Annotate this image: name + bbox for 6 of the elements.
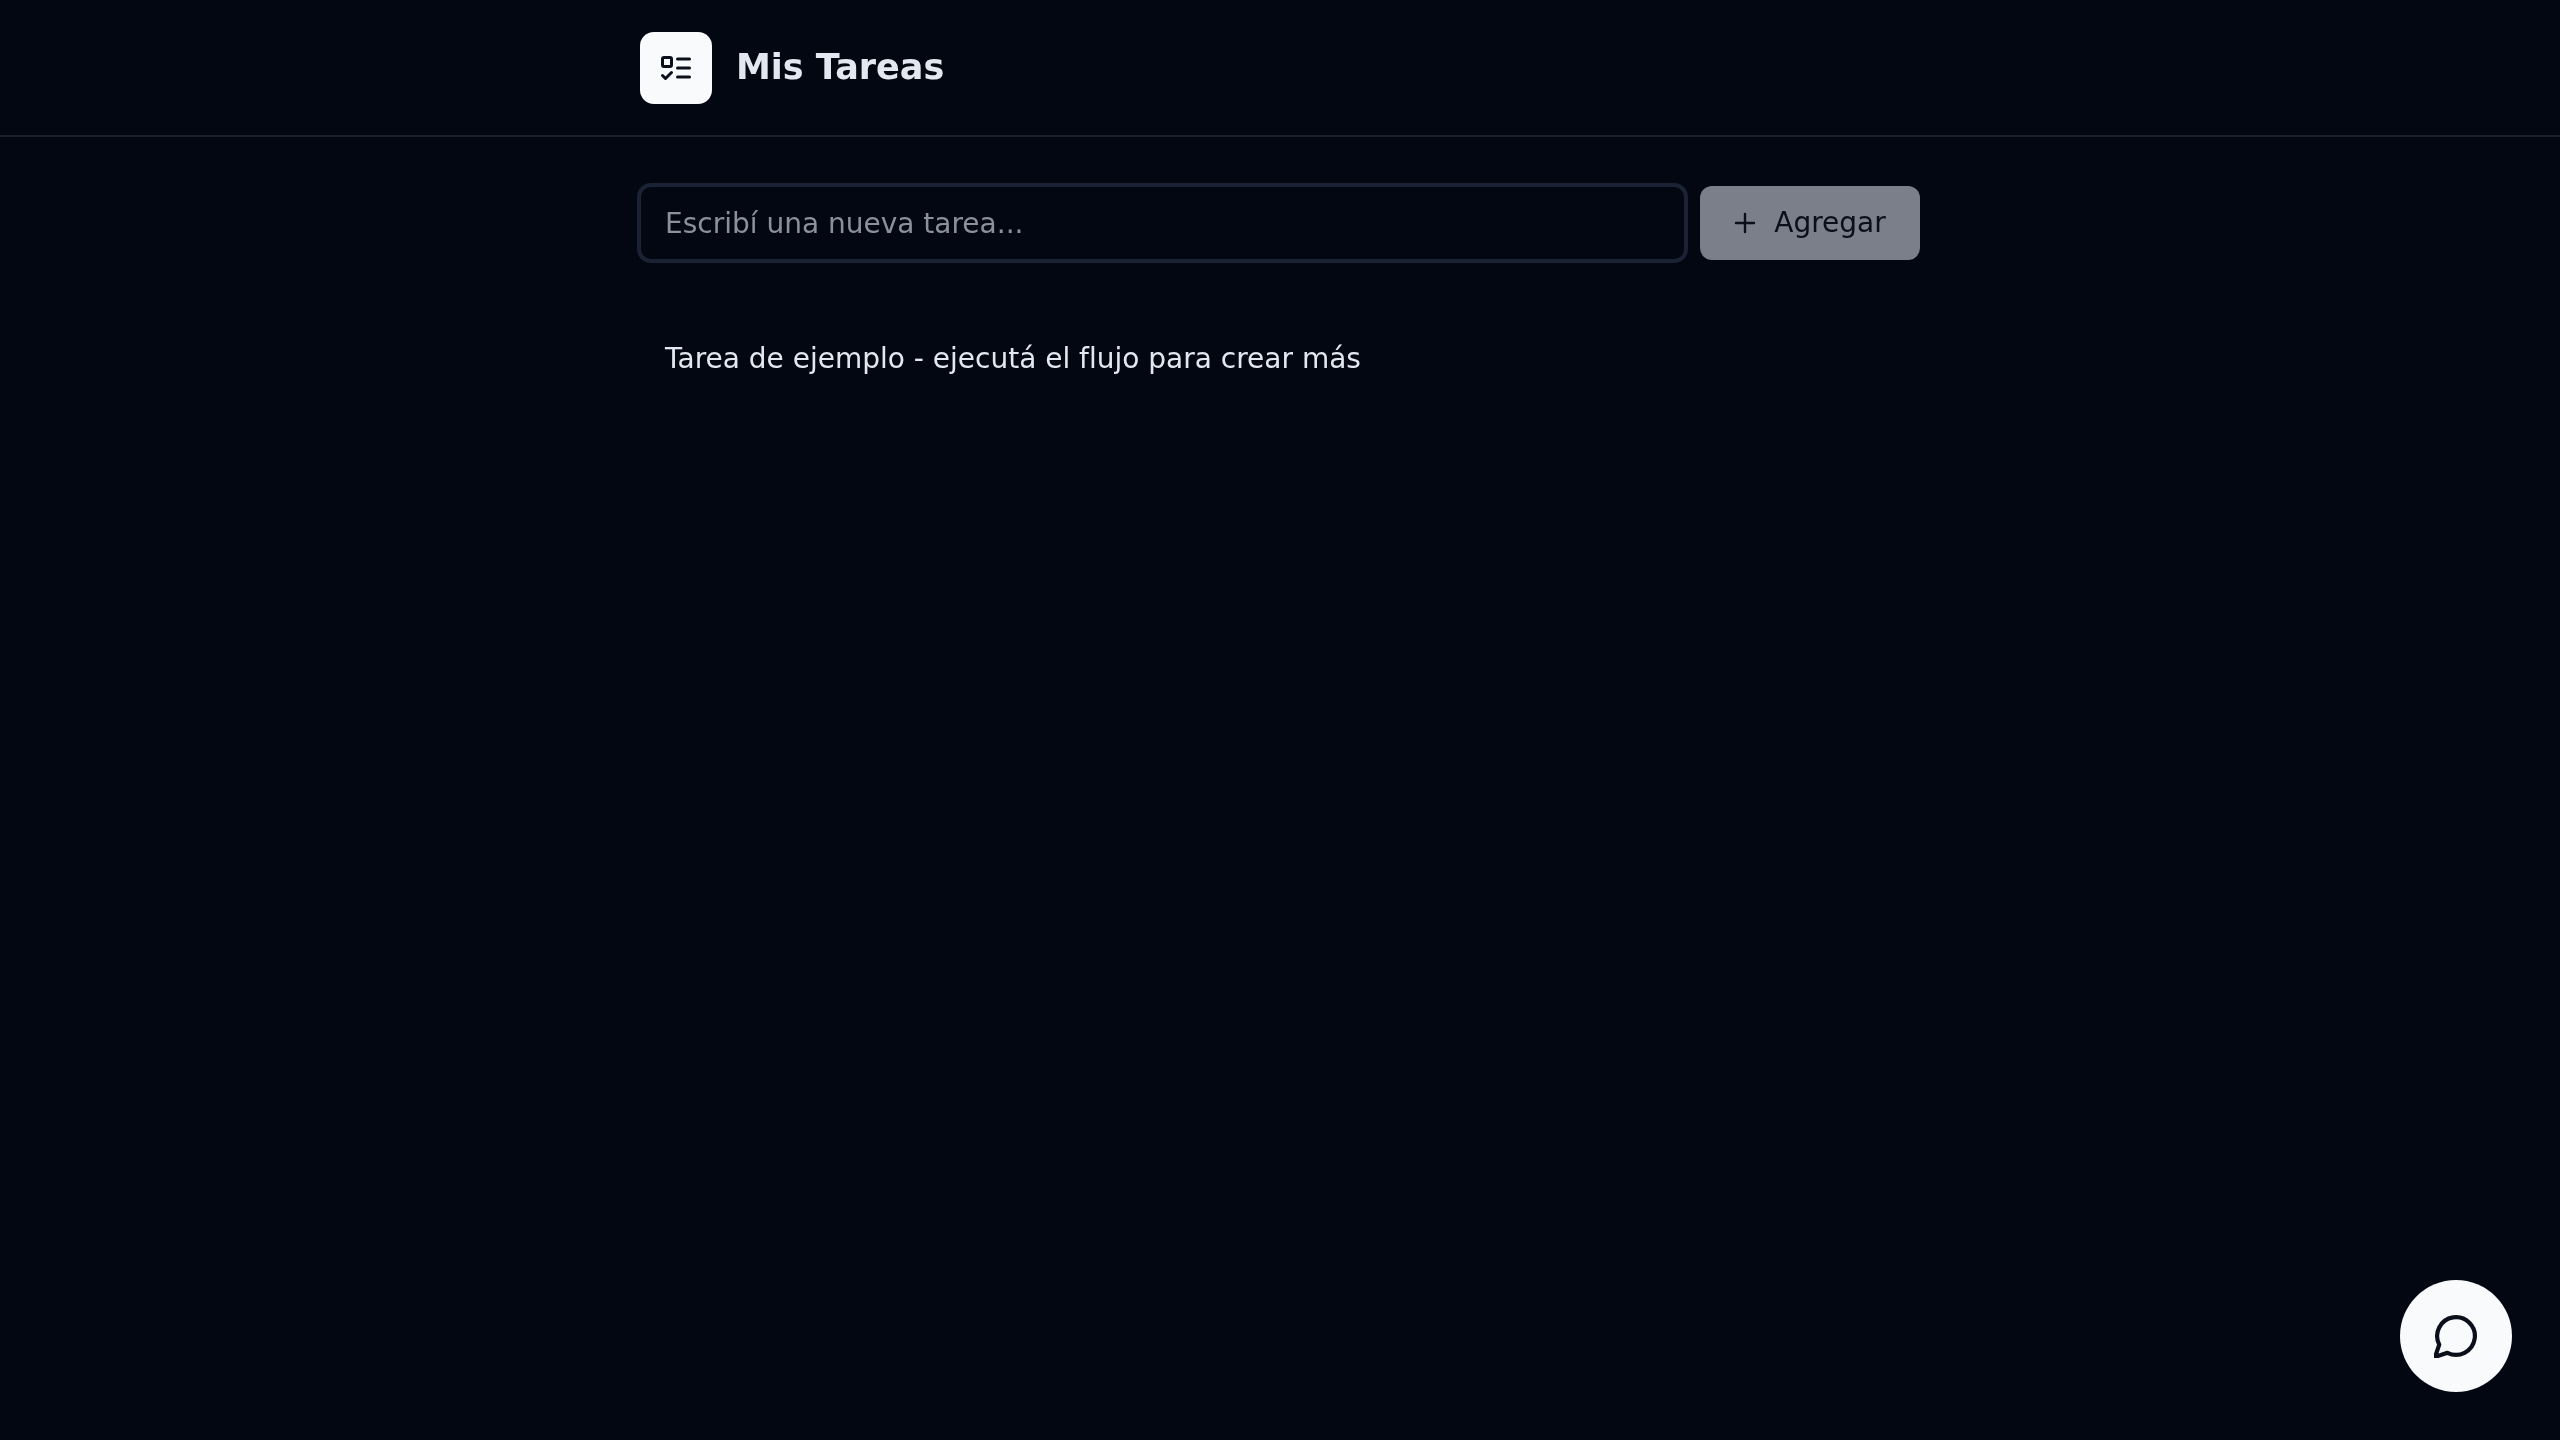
chat-bubble-icon bbox=[2434, 1314, 2478, 1358]
checklist-logo-icon bbox=[640, 31, 712, 104]
plus-icon bbox=[1734, 212, 1757, 234]
task-text: Tarea de ejemplo - ejecutá el flujo para crear más bbox=[665, 342, 1361, 375]
app-title: Mis Tareas bbox=[736, 50, 945, 85]
new-task-input[interactable]: Escribí una nueva tarea... bbox=[637, 183, 1688, 263]
